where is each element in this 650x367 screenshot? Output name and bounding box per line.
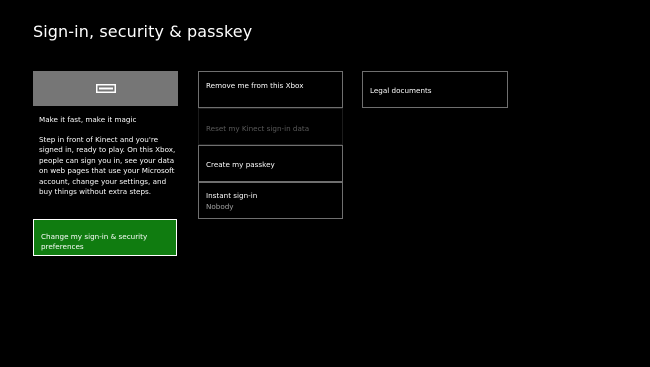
legal-documents-label: Legal documents bbox=[370, 86, 432, 95]
kinect-sensor-icon bbox=[95, 84, 116, 93]
remove-me-label: Remove me from this Xbox bbox=[206, 81, 304, 90]
instant-sign-in-value: Nobody bbox=[206, 202, 234, 211]
legal-documents-item[interactable]: Legal documents bbox=[362, 71, 508, 108]
create-passkey-label: Create my passkey bbox=[206, 160, 275, 169]
instant-sign-in-item[interactable]: Instant sign-in Nobody bbox=[198, 182, 343, 219]
hero-tile bbox=[33, 71, 178, 106]
instant-sign-in-label: Instant sign-in bbox=[206, 191, 258, 200]
page-title: Sign-in, security & passkey bbox=[33, 22, 253, 41]
reset-kinect-label: Reset my Kinect sign-in data bbox=[206, 124, 310, 133]
create-passkey-item[interactable]: Create my passkey bbox=[198, 145, 343, 182]
hero-description: Step in front of Kinect and you're signe… bbox=[39, 135, 176, 197]
change-sign-in-preferences-button[interactable]: Change my sign-in & security preferences bbox=[33, 219, 177, 256]
reset-kinect-sign-in-data-item: Reset my Kinect sign-in data bbox=[198, 108, 343, 145]
hero-heading: Make it fast, make it magic bbox=[39, 115, 137, 124]
remove-me-from-xbox-item[interactable]: Remove me from this Xbox bbox=[198, 71, 343, 108]
